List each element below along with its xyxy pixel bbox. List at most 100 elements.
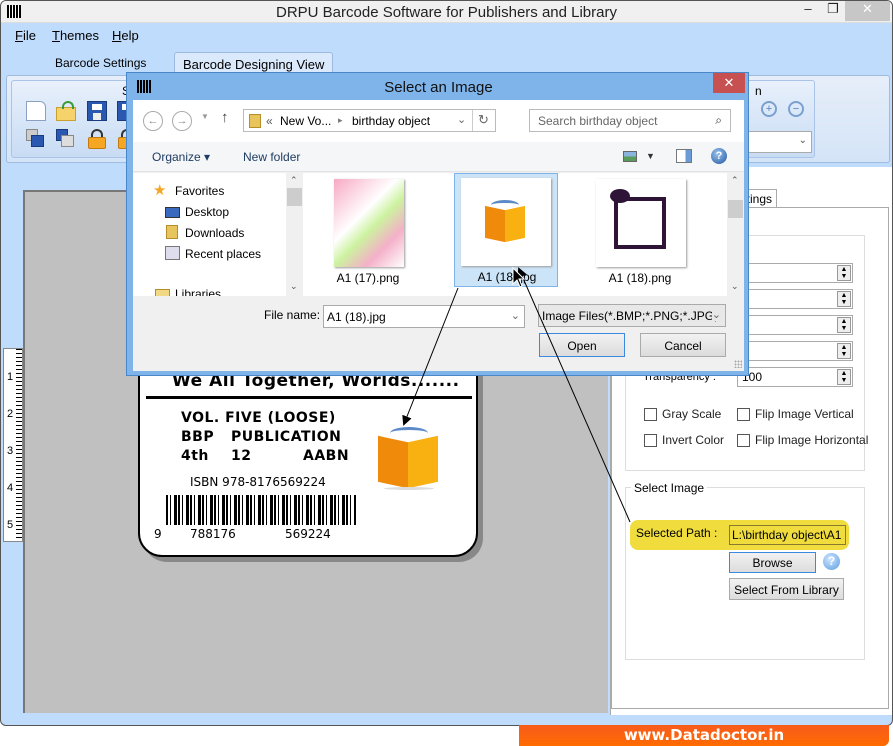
gray-scale-label: Gray Scale	[662, 407, 722, 421]
up-arrow-icon[interactable]: ↑	[221, 109, 229, 126]
zoom-level-dropdown[interactable]: ⌄	[746, 131, 812, 153]
selected-path-label: Selected Path :	[636, 526, 718, 540]
dialog-close-button[interactable]: ✕	[713, 73, 745, 93]
new-document-icon[interactable]	[26, 101, 46, 121]
zoom-out-icon[interactable]: −	[788, 101, 804, 117]
recent-locations-icon[interactable]: ▼	[201, 112, 209, 121]
folder-icon	[249, 114, 261, 128]
book-image[interactable]	[376, 423, 440, 490]
open-button[interactable]: Open	[539, 333, 625, 357]
file-name-value: A1 (18).jpg	[327, 310, 386, 324]
file-item-selected[interactable]: A1 (18).jpg	[454, 173, 558, 287]
cancel-button[interactable]: Cancel	[640, 333, 726, 357]
select-from-library-button[interactable]: Select From Library	[729, 578, 844, 600]
spinner-icon[interactable]: ▲ ▼	[837, 265, 851, 281]
help-icon[interactable]: ?	[823, 553, 840, 570]
spinner-icon[interactable]: ▲ ▼	[837, 291, 851, 307]
search-icon[interactable]: ⌕	[715, 113, 722, 128]
breadcrumb-separator[interactable]: ▸	[338, 115, 343, 126]
invert-color-checkbox[interactable]	[644, 434, 657, 447]
file-item[interactable]: A1 (18).png	[588, 175, 692, 287]
property-spin-2[interactable]: ▲ ▼	[737, 289, 853, 309]
breadcrumb-overflow[interactable]: «	[266, 114, 273, 128]
property-spin-4[interactable]: ▲ ▼	[737, 341, 853, 361]
preview-pane-icon[interactable]	[676, 149, 692, 163]
ruler-mark: 4	[7, 482, 14, 494]
spinner-icon[interactable]: ▲ ▼	[837, 343, 851, 359]
menu-help[interactable]: Help	[112, 28, 139, 43]
change-view-icon[interactable]	[623, 151, 637, 162]
breadcrumb-birthday-object[interactable]: birthday object	[352, 114, 430, 128]
save-icon[interactable]	[87, 101, 107, 121]
new-folder-button[interactable]: New folder	[243, 150, 300, 164]
chevron-down-icon[interactable]: ⌄	[711, 308, 721, 321]
file-name: A1 (17).png	[336, 271, 400, 285]
nav-favorites[interactable]: Favorites	[175, 184, 224, 198]
flip-vertical-checkbox[interactable]	[737, 408, 750, 421]
downloads-icon	[166, 225, 178, 239]
bring-to-front-icon[interactable]	[26, 129, 46, 149]
ruler-mark: 5	[7, 519, 14, 531]
scroll-up-icon[interactable]: ⌃	[731, 175, 739, 186]
search-input[interactable]: Search birthday object ⌕	[529, 109, 731, 132]
file-name-input[interactable]: A1 (18).jpg ⌄	[323, 305, 525, 328]
files-scrollbar[interactable]: ⌃ ⌄	[727, 173, 744, 296]
label-publisher-code: BBP	[181, 429, 215, 445]
refresh-icon[interactable]: ↻	[478, 112, 489, 128]
nav-recent-places[interactable]: Recent places	[185, 247, 261, 261]
back-arrow-icon[interactable]: ←	[143, 111, 163, 131]
label-edition: 4th	[181, 448, 209, 464]
address-dropdown-icon[interactable]: ⌄	[457, 113, 466, 126]
menu-file-mnemonic: F	[15, 28, 23, 43]
scroll-thumb[interactable]	[287, 188, 302, 206]
browse-button[interactable]: Browse	[729, 552, 816, 573]
flip-horizontal-checkbox[interactable]	[737, 434, 750, 447]
menu-file-label: ile	[22, 28, 36, 43]
chevron-down-icon[interactable]: ⌄	[511, 309, 520, 322]
forward-arrow-icon[interactable]: →	[172, 111, 192, 131]
label-divider	[146, 396, 472, 399]
minimize-button[interactable]: –	[796, 1, 820, 21]
view-options-dropdown-icon[interactable]: ▼	[646, 151, 655, 161]
restore-button[interactable]: ❐	[821, 1, 845, 21]
label-number: 12	[231, 448, 252, 464]
file-item[interactable]: A1 (17).png	[316, 175, 420, 287]
nav-libraries[interactable]: Libraries	[175, 287, 221, 296]
gray-scale-checkbox[interactable]	[644, 408, 657, 421]
ruler-mark: 1	[7, 371, 14, 383]
property-spin-3[interactable]: ▲ ▼	[737, 315, 853, 335]
recent-places-icon	[165, 246, 180, 260]
website-banner[interactable]: www.Datadoctor.in	[519, 725, 889, 746]
scroll-thumb[interactable]	[728, 200, 743, 218]
spinner-icon[interactable]: ▲ ▼	[837, 369, 851, 385]
scroll-down-icon[interactable]: ⌄	[731, 281, 739, 292]
organize-button[interactable]: Organize ▾	[152, 150, 210, 164]
label-isbn: ISBN 978-8176569224	[190, 475, 326, 489]
help-icon[interactable]: ?	[711, 148, 727, 164]
nav-scrollbar[interactable]: ⌃ ⌄	[286, 173, 303, 296]
lock-icon[interactable]	[87, 129, 107, 149]
address-bar[interactable]: « New Vo... ▸ birthday object ⌄ ↻	[243, 109, 496, 132]
send-to-back-icon[interactable]	[56, 129, 76, 149]
menu-themes[interactable]: Themes	[52, 28, 99, 43]
nav-desktop[interactable]: Desktop	[185, 205, 229, 219]
chevron-down-icon: ⌄	[798, 135, 807, 146]
select-image-dialog: Select an Image ✕ ← → ▼ ↑ « New Vo... ▸ …	[126, 72, 749, 376]
scroll-up-icon[interactable]: ⌃	[290, 175, 298, 186]
menu-file[interactable]: File	[15, 28, 36, 43]
resize-grip-icon[interactable]	[734, 360, 742, 368]
selected-path-field[interactable]: L:\birthday object\A1 (18).jpg	[729, 525, 846, 545]
dialog-title: Select an Image	[384, 79, 493, 96]
open-folder-icon[interactable]	[56, 101, 76, 121]
file-type-select[interactable]: Image Files(*.BMP;*.PNG;*.JPG; ⌄	[538, 304, 726, 327]
nav-downloads[interactable]: Downloads	[185, 226, 244, 240]
scroll-down-icon[interactable]: ⌄	[290, 281, 298, 292]
property-spin-1[interactable]: ▲ ▼	[737, 263, 853, 283]
zoom-in-icon[interactable]: +	[761, 101, 777, 117]
spinner-icon[interactable]: ▲ ▼	[837, 317, 851, 333]
file-thumbnail-flowers	[334, 179, 404, 267]
transparency-input[interactable]: 100 ▲ ▼	[737, 367, 853, 387]
close-button[interactable]: ✕	[845, 1, 890, 21]
breadcrumb-new-volume[interactable]: New Vo...	[280, 114, 331, 128]
navigation-pane: ★ Favorites Desktop Downloads Recent pla…	[133, 173, 303, 296]
